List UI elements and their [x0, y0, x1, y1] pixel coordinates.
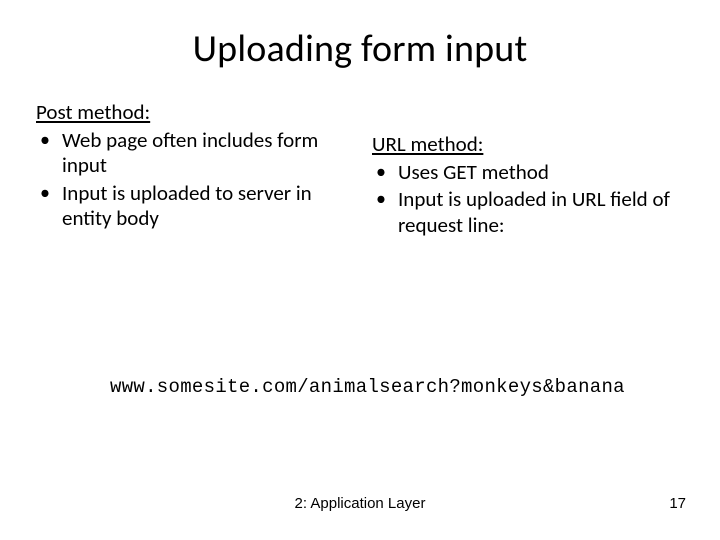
slide: Uploading form input Post method: Web pa…	[0, 0, 720, 540]
url-method-heading: URL method:	[372, 132, 684, 158]
url-method-list: Uses GET method Input is uploaded in URL…	[372, 160, 684, 239]
left-column: Post method: Web page often includes for…	[36, 100, 348, 248]
post-method-list: Web page often includes form input Input…	[36, 128, 348, 232]
list-item: Web page often includes form input	[36, 128, 348, 179]
list-item: Input is uploaded in URL field of reques…	[372, 187, 684, 238]
list-item: Uses GET method	[372, 160, 684, 186]
slide-title: Uploading form input	[36, 26, 684, 72]
url-example: www.somesite.com/animalsearch?monkeys&ba…	[110, 376, 625, 398]
page-number: 17	[669, 495, 686, 512]
post-method-heading: Post method:	[36, 100, 348, 126]
footer-text: 2: Application Layer	[0, 495, 720, 512]
right-column: URL method: Uses GET method Input is upl…	[372, 100, 684, 248]
content-columns: Post method: Web page often includes for…	[36, 100, 684, 248]
list-item: Input is uploaded to server in entity bo…	[36, 181, 348, 232]
